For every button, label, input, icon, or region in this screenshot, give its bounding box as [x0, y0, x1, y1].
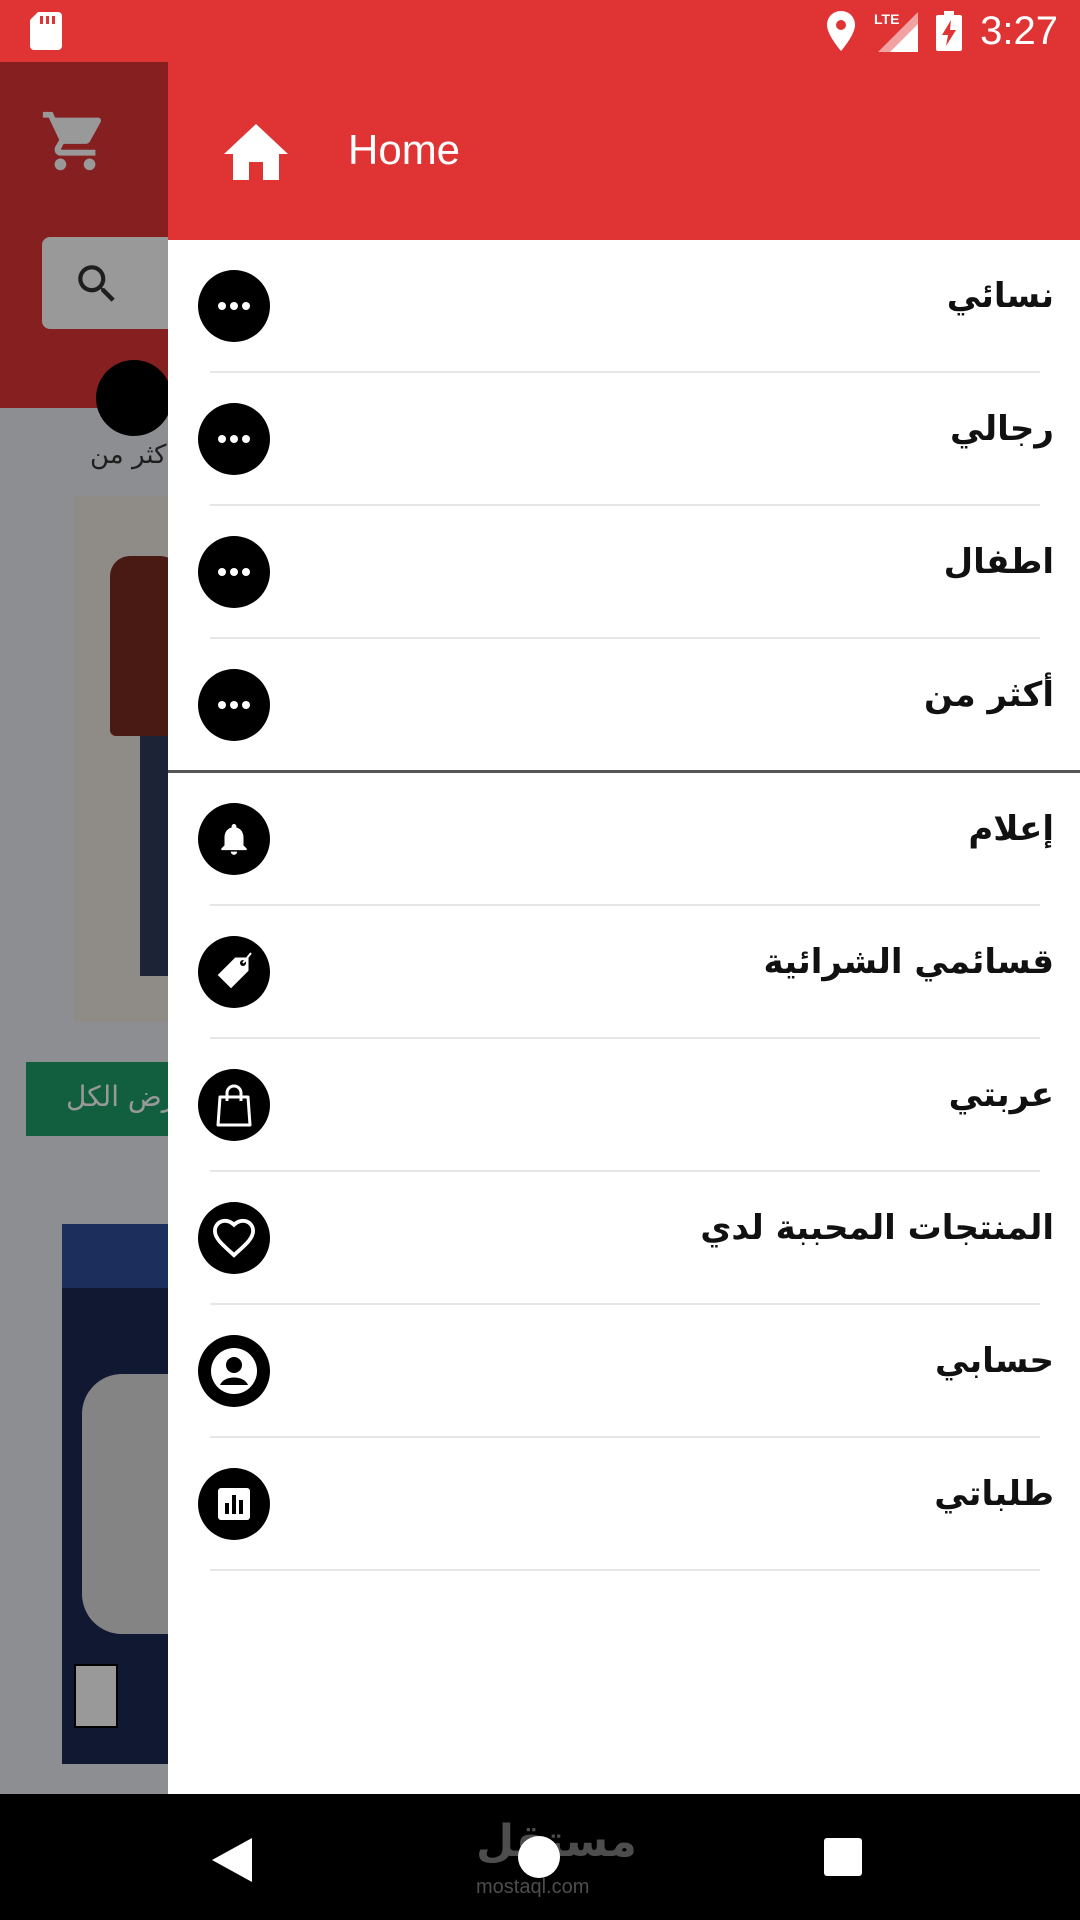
divider: [210, 1569, 1040, 1571]
account-icon: [198, 1335, 270, 1407]
drawer-item-label: طلباتي: [934, 1474, 1054, 1514]
drawer-item-cart[interactable]: عربتي: [168, 1039, 1080, 1172]
recent-apps-icon[interactable]: [824, 1838, 862, 1876]
drawer-item-more[interactable]: أكثر من: [168, 639, 1080, 772]
home-icon: [224, 124, 288, 180]
tag-icon: [198, 936, 270, 1008]
more-dots-icon: [198, 536, 270, 608]
drawer-item-label: نسائي: [946, 276, 1054, 316]
more-dots-icon: [198, 669, 270, 741]
orders-chart-icon: [198, 1468, 270, 1540]
clock: 3:27: [980, 8, 1058, 53]
drawer-item-vouchers[interactable]: قسائمي الشرائية: [168, 906, 1080, 1039]
watermark-url: mostaql.com: [476, 1876, 590, 1898]
drawer-item-label: حسابي: [934, 1341, 1054, 1381]
sd-card-icon: [30, 12, 62, 50]
more-dots-icon: [198, 403, 270, 475]
drawer-item-notifications[interactable]: إعلام: [168, 773, 1080, 906]
bell-icon: [198, 803, 270, 875]
shopping-bag-icon: [198, 1069, 270, 1141]
drawer-title: Home: [348, 126, 461, 173]
navigation-drawer: Home نسائي رجالي اطفال أكثر من إعلام قسا…: [168, 62, 1080, 1794]
svg-text:LTE: LTE: [874, 11, 899, 27]
drawer-item-label: إعلام: [968, 809, 1054, 849]
drawer-item-kids[interactable]: اطفال: [168, 506, 1080, 639]
more-dots-icon: [198, 270, 270, 342]
drawer-item-favorites[interactable]: المنتجات المحببة لدي: [168, 1172, 1080, 1305]
drawer-item-label: رجالي: [949, 409, 1054, 449]
location-icon: [827, 11, 856, 51]
heart-icon: [198, 1202, 270, 1274]
drawer-header[interactable]: Home: [168, 62, 1080, 240]
system-navigation-bar: مستقل mostaql.com: [0, 1794, 1080, 1920]
drawer-item-label: عربتي: [948, 1075, 1054, 1115]
drawer-item-label: اطفال: [943, 542, 1054, 582]
drawer-item-women[interactable]: نسائي: [168, 240, 1080, 373]
home-button-icon[interactable]: [518, 1836, 560, 1878]
drawer-item-men[interactable]: رجالي: [168, 373, 1080, 506]
drawer-item-label: أكثر من: [924, 675, 1054, 715]
drawer-item-label: قسائمي الشرائية: [763, 942, 1054, 982]
drawer-scrim[interactable]: [0, 62, 170, 1794]
drawer-item-account[interactable]: حسابي: [168, 1305, 1080, 1438]
drawer-item-orders[interactable]: طلباتي: [168, 1438, 1080, 1571]
signal-lte-icon: LTE: [874, 11, 919, 52]
status-bar: LTE 3:27: [0, 0, 1080, 62]
back-icon[interactable]: [212, 1838, 252, 1882]
battery-charging-icon: [936, 11, 963, 51]
drawer-item-label: المنتجات المحببة لدي: [700, 1208, 1054, 1248]
